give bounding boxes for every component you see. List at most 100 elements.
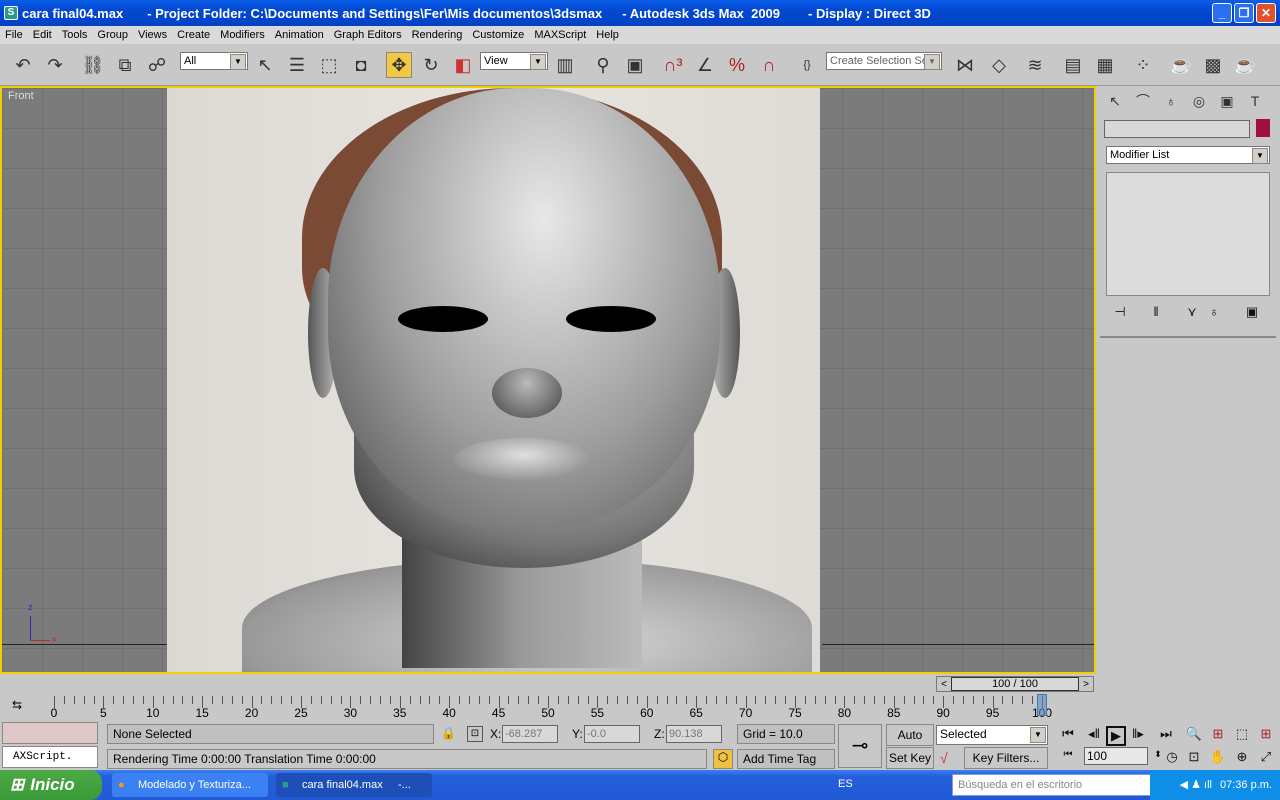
pan-icon[interactable]: ✋ (1208, 749, 1228, 765)
close-button[interactable]: ✕ (1256, 3, 1276, 23)
track-bar[interactable]: 0510152025303540455055606570758085909510… (40, 692, 1060, 720)
selection-filter-dropdown[interactable]: All (180, 52, 248, 70)
spinner-snap-icon[interactable]: ∩ (756, 52, 782, 78)
maxscript-listener-pink[interactable] (2, 722, 98, 744)
menu-rendering[interactable]: Rendering (407, 29, 468, 41)
rendered-frame-window-icon[interactable]: ▩ (1200, 52, 1226, 78)
previous-frame-icon[interactable]: ◂‖ (1084, 726, 1104, 742)
key-filters-button[interactable]: Key Filters... (964, 747, 1048, 769)
angle-snap-icon[interactable]: ∠ (692, 52, 718, 78)
x-coordinate-field[interactable]: -68.287 (502, 725, 558, 743)
viewport-label[interactable]: Front (8, 90, 34, 102)
pin-stack-icon[interactable]: ⊣ (1110, 304, 1130, 320)
layer-manager-icon[interactable]: ≋ (1022, 52, 1048, 78)
menu-graph-editors[interactable]: Graph Editors (329, 29, 407, 41)
add-time-tag-button[interactable]: Add Time Tag (737, 749, 835, 769)
menu-tools[interactable]: Tools (57, 29, 93, 41)
zoom-icon[interactable]: 🔍 (1184, 726, 1204, 742)
manipulate-icon[interactable]: ⚲ (590, 52, 616, 78)
move-icon[interactable]: ✥ (386, 52, 412, 78)
modifier-stack[interactable] (1106, 172, 1270, 296)
unlink-icon[interactable]: ⧉ (112, 52, 138, 78)
render-setup-icon[interactable]: ☕ (1168, 52, 1194, 78)
named-selection-set-dropdown[interactable]: Create Selection Set (826, 52, 942, 70)
rectangular-selection-icon[interactable]: ⬚ (316, 52, 342, 78)
modifier-list-dropdown[interactable]: Modifier List (1106, 146, 1270, 164)
go-to-start-icon[interactable]: ⏮ (1058, 726, 1078, 742)
menu-customize[interactable]: Customize (467, 29, 529, 41)
menu-modifiers[interactable]: Modifiers (215, 29, 270, 41)
menu-file[interactable]: File (0, 29, 28, 41)
next-frame-icon[interactable]: ‖▸ (1128, 726, 1148, 742)
next-frame-arrow-icon[interactable]: > (1079, 679, 1093, 690)
keyboard-shortcut-icon[interactable]: ▣ (622, 52, 648, 78)
zoom-all-icon[interactable]: ⊞ (1208, 726, 1228, 742)
curve-editor-icon[interactable]: ▤ (1060, 52, 1086, 78)
language-indicator[interactable]: ES (838, 778, 853, 790)
named-selection-icon[interactable]: {} (794, 52, 820, 78)
default-tangent-icon[interactable]: √ (940, 750, 948, 766)
bind-space-warp-icon[interactable]: ☍ (144, 52, 170, 78)
frame-counter[interactable]: 100 / 100 (951, 677, 1079, 691)
y-coordinate-field[interactable]: -0.0 (584, 725, 640, 743)
create-tab-icon[interactable]: ↖ (1102, 88, 1128, 114)
task-3dsmax[interactable]: ■ cara final04.max -... (276, 773, 432, 797)
set-key-icon[interactable]: ⊸ (838, 724, 882, 768)
z-coordinate-field[interactable]: 90.138 (666, 725, 722, 743)
make-unique-icon[interactable]: ⋎ (1182, 304, 1202, 320)
configure-modifier-sets-icon[interactable]: ▣ (1242, 304, 1262, 320)
redo-icon[interactable]: ↷ (42, 52, 68, 78)
front-viewport[interactable]: Front z x (0, 86, 1096, 674)
key-mode-toggle-icon[interactable]: ⏮ (1058, 749, 1078, 760)
scale-icon[interactable]: ◧ (450, 52, 476, 78)
current-frame-marker[interactable] (1037, 694, 1047, 716)
play-icon[interactable]: ▶ (1106, 726, 1126, 746)
go-to-end-icon[interactable]: ⏭ (1156, 726, 1176, 742)
desktop-search-input[interactable]: Búsqueda en el escritorio (952, 774, 1162, 796)
window-crossing-icon[interactable]: ◘ (348, 52, 374, 78)
menu-views[interactable]: Views (133, 29, 172, 41)
menu-edit[interactable]: Edit (28, 29, 57, 41)
menu-help[interactable]: Help (591, 29, 624, 41)
quick-render-icon[interactable]: ☕ (1232, 52, 1258, 78)
orbit-icon[interactable]: ⊕ (1232, 749, 1252, 765)
menu-group[interactable]: Group (92, 29, 133, 41)
display-tab-icon[interactable]: ▣ (1214, 88, 1240, 114)
object-color-swatch[interactable] (1256, 119, 1270, 137)
snap-3d-icon[interactable]: ∩³ (660, 52, 686, 78)
motion-tab-icon[interactable]: ◎ (1186, 88, 1212, 114)
show-end-result-icon[interactable]: ‖ (1146, 304, 1166, 319)
select-icon[interactable]: ↖ (252, 52, 278, 78)
utilities-tab-icon[interactable]: T (1242, 88, 1268, 114)
current-frame-field[interactable]: 100 (1084, 747, 1148, 765)
menu-maxscript[interactable]: MAXScript (529, 29, 591, 41)
mirror-icon[interactable]: ⋈ (952, 52, 978, 78)
zoom-extents-all-icon[interactable]: ⊞ (1256, 726, 1276, 742)
absolute-mode-icon[interactable]: ⊡ (467, 726, 483, 742)
lock-icon[interactable]: 🔒 (441, 726, 456, 740)
remove-modifier-icon[interactable]: ♁ (1204, 304, 1224, 319)
rotate-icon[interactable]: ↻ (418, 52, 444, 78)
percent-snap-icon[interactable]: % (724, 52, 750, 78)
material-editor-icon[interactable]: ⁘ (1130, 52, 1156, 78)
modify-tab-icon[interactable]: ⌒ (1130, 88, 1156, 114)
object-name-field[interactable] (1104, 120, 1250, 138)
reference-coordinate-dropdown[interactable]: View (480, 52, 548, 70)
key-mode-dropdown[interactable]: Selected (936, 725, 1048, 745)
select-by-name-icon[interactable]: ☰ (284, 52, 310, 78)
time-slider[interactable]: < 100 / 100 > (936, 676, 1094, 692)
time-configuration-icon[interactable]: ◷ (1162, 749, 1182, 765)
prev-frame-arrow-icon[interactable]: < (937, 679, 951, 690)
field-of-view-icon[interactable]: ⊡ (1184, 749, 1204, 765)
start-button[interactable]: ⊞ Inicio (0, 770, 102, 800)
menu-animation[interactable]: Animation (270, 29, 329, 41)
maximize-button[interactable]: ❐ (1234, 3, 1254, 23)
link-icon[interactable]: ⛓ (80, 52, 106, 78)
task-firefox[interactable]: ● Modelado y Texturiza... (112, 773, 268, 797)
tray-icons[interactable]: ◀ ♟ ıll (1180, 779, 1212, 791)
menu-create[interactable]: Create (172, 29, 215, 41)
zoom-extents-icon[interactable]: ⬚ (1232, 726, 1252, 742)
align-icon[interactable]: ◇ (986, 52, 1012, 78)
minimize-button[interactable]: _ (1212, 3, 1232, 23)
hierarchy-tab-icon[interactable]: ♁ (1158, 88, 1184, 114)
